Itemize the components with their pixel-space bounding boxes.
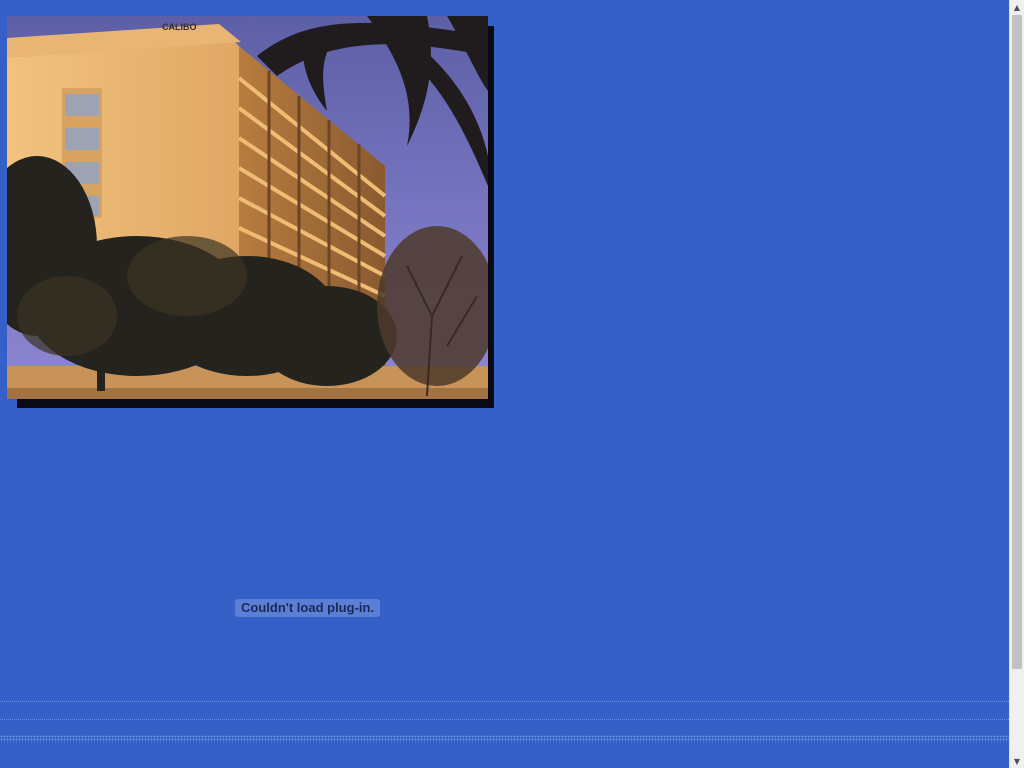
hotel-building-image: CALIBO — [7, 16, 488, 399]
arrow-up-icon[interactable]: ▲ — [1010, 0, 1024, 14]
roof-sign-text: CALIBO — [162, 22, 197, 32]
dotted-divider — [0, 719, 1009, 720]
scrollbar-thumb[interactable] — [1012, 15, 1022, 669]
page-viewport: CALIBO Couldn't load plug-in. — [0, 0, 1009, 768]
plugin-error-message[interactable]: Couldn't load plug-in. — [235, 599, 381, 617]
arrow-down-icon[interactable]: ▼ — [1010, 754, 1024, 768]
dotted-divider — [0, 701, 1009, 702]
vertical-scrollbar[interactable]: ▲ ▼ — [1009, 0, 1024, 768]
hotel-photo: CALIBO — [7, 16, 494, 408]
dotted-band — [0, 735, 1009, 742]
